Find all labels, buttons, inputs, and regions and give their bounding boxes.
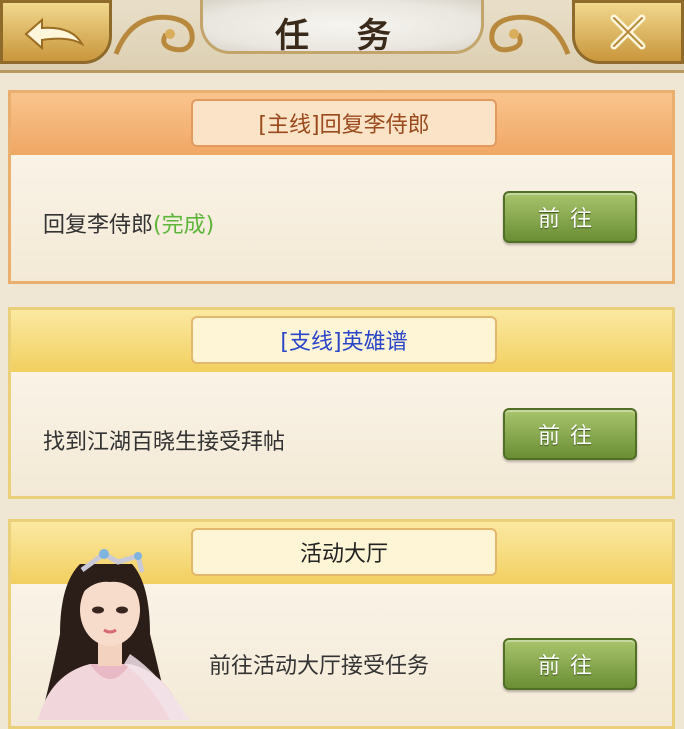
back-arrow-icon <box>24 17 85 51</box>
top-bar: 任 务 <box>0 0 684 73</box>
back-button[interactable] <box>0 0 112 64</box>
main-quest-status: (完成) <box>153 213 215 238</box>
close-button[interactable] <box>572 0 684 64</box>
main-quest-task: 回复李侍郎(完成) <box>43 207 214 239</box>
side-quest-go-button[interactable]: 前往 <box>503 408 637 460</box>
side-quest-panel: [支线]英雄谱 找到江湖百晓生接受拜帖 前往 <box>8 307 675 499</box>
title-plate: 任 务 <box>200 0 484 56</box>
main-quest-panel: [主线]回复李侍郎 回复李侍郎(完成) 前往 <box>8 90 675 284</box>
main-quest-tag: [主线]回复李侍郎 <box>191 99 497 147</box>
main-quest-header: [主线]回复李侍郎 <box>11 93 672 155</box>
side-quest-header: [支线]英雄谱 <box>11 310 672 372</box>
page-title: 任 务 <box>275 16 409 56</box>
activity-task: 前往活动大厅接受任务 <box>209 654 430 679</box>
side-quest-task: 找到江湖百晓生接受拜帖 <box>43 430 286 455</box>
main-quest-task-label: 回复李侍郎 <box>43 213 154 238</box>
side-quest-tag: [支线]英雄谱 <box>191 316 497 364</box>
activity-tag: 活动大厅 <box>191 528 497 576</box>
right-ornament <box>489 14 571 55</box>
activity-go-button[interactable]: 前往 <box>503 638 637 690</box>
character-portrait <box>38 549 190 720</box>
close-icon <box>610 14 646 50</box>
main-quest-go-button[interactable]: 前往 <box>503 191 637 243</box>
left-ornament <box>113 14 195 55</box>
main-quest-body: 回复李侍郎(完成) 前往 <box>11 155 672 281</box>
side-quest-body: 找到江湖百晓生接受拜帖 前往 <box>11 372 672 496</box>
